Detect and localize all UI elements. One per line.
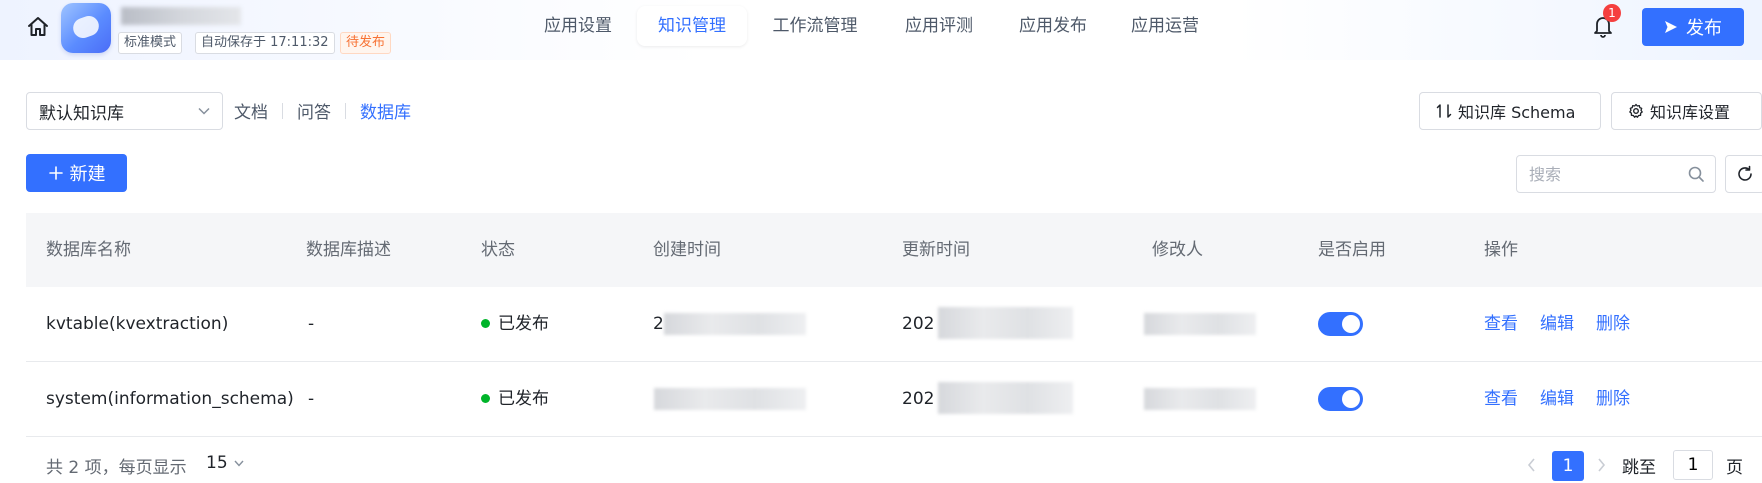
chevron-down-icon — [198, 107, 210, 115]
tab-app-publish[interactable]: 应用发布 — [1005, 6, 1101, 46]
status-badge: 已发布 — [481, 287, 549, 361]
page-1-button[interactable]: 1 — [1552, 451, 1584, 481]
gear-icon — [1629, 103, 1643, 118]
column-header: 是否启用 — [1318, 240, 1386, 260]
prev-page-icon[interactable] — [1524, 456, 1540, 474]
tab-workflow-management[interactable]: 工作流管理 — [764, 6, 866, 46]
modifier-redacted — [1144, 313, 1256, 335]
status-text: 已发布 — [498, 314, 549, 334]
tab-qa[interactable]: 问答 — [297, 98, 331, 123]
search-input[interactable] — [1527, 163, 1687, 185]
publish-label: 发布 — [1686, 18, 1722, 39]
enable-toggle[interactable] — [1318, 312, 1363, 336]
enable-toggle[interactable] — [1318, 387, 1363, 411]
chevron-down-icon — [234, 460, 244, 467]
refresh-icon — [1738, 165, 1752, 181]
created-time-redacted — [654, 388, 806, 410]
divider — [345, 102, 346, 119]
column-header: 状态 — [481, 240, 515, 260]
knowledge-type-tabs: 文档 问答 数据库 — [234, 98, 411, 123]
send-icon — [1665, 21, 1677, 33]
updated-time: 202 — [902, 389, 935, 409]
home-icon[interactable] — [26, 15, 50, 39]
refresh-button[interactable] — [1725, 155, 1762, 193]
tab-documents[interactable]: 文档 — [234, 98, 268, 123]
database-table: 数据库名称 数据库描述 状态 创建时间 更新时间 修改人 是否启用 操作 kvt… — [26, 213, 1762, 437]
created-time: 2 — [653, 314, 664, 334]
knowledge-settings-button[interactable]: 知识库设置 — [1611, 92, 1762, 130]
page-size-select[interactable]: 15 — [206, 453, 244, 473]
column-header: 数据库描述 — [306, 240, 391, 260]
view-link[interactable]: 查看 — [1484, 362, 1518, 436]
app-logo — [61, 3, 111, 53]
delete-link[interactable]: 删除 — [1596, 287, 1630, 361]
column-header: 创建时间 — [653, 240, 721, 260]
publish-button[interactable]: 发布 — [1642, 8, 1744, 46]
status-tag: 待发布 — [340, 32, 392, 54]
column-header: 操作 — [1484, 240, 1518, 260]
new-button[interactable]: 新建 — [26, 154, 127, 192]
knowledge-settings-label: 知识库设置 — [1650, 103, 1731, 122]
table-header: 数据库名称 数据库描述 状态 创建时间 更新时间 修改人 是否启用 操作 — [26, 213, 1762, 287]
tab-app-settings[interactable]: 应用设置 — [530, 6, 626, 46]
tab-database[interactable]: 数据库 — [360, 98, 411, 123]
tab-knowledge-management[interactable]: 知识管理 — [637, 6, 747, 46]
edit-link[interactable]: 编辑 — [1540, 287, 1574, 361]
knowledge-schema-label: 知识库 Schema — [1458, 103, 1576, 122]
status-text: 已发布 — [498, 389, 549, 409]
page-suffix-label: 页 — [1726, 458, 1743, 478]
database-name: system(information_schema) — [46, 389, 294, 409]
app-name-redacted — [121, 7, 241, 25]
database-name: kvtable(kvextraction) — [46, 314, 229, 334]
divider — [282, 102, 283, 119]
swap-icon — [1436, 104, 1452, 118]
column-header: 更新时间 — [902, 240, 970, 260]
search-box — [1516, 155, 1716, 193]
page-size-value: 15 — [206, 453, 228, 473]
next-page-icon[interactable] — [1593, 456, 1609, 474]
edit-link[interactable]: 编辑 — [1540, 362, 1574, 436]
updated-time: 202 — [902, 314, 935, 334]
tab-app-evaluation[interactable]: 应用评测 — [891, 6, 987, 46]
autosave-tag: 自动保存于 17:11:32 — [195, 32, 335, 54]
table-row: kvtable(kvextraction) - 已发布 2 202 查看 编辑 … — [26, 287, 1762, 362]
updated-time-redacted — [938, 382, 1073, 414]
column-header: 修改人 — [1152, 240, 1203, 260]
knowledge-base-select[interactable]: 默认知识库 — [26, 92, 223, 130]
total-count: 共 2 项，每页显示 — [46, 458, 187, 478]
top-bar: 标准模式 自动保存于 17:11:32 待发布 应用设置 知识管理 工作流管理 … — [0, 0, 1762, 60]
view-link[interactable]: 查看 — [1484, 287, 1518, 361]
delete-link[interactable]: 删除 — [1596, 362, 1630, 436]
published-dot — [481, 393, 490, 403]
knowledge-base-select-value: 默认知识库 — [39, 103, 124, 124]
database-description: - — [308, 389, 315, 409]
notification-badge: 1 — [1603, 4, 1621, 22]
mode-tag: 标准模式 — [118, 32, 183, 54]
published-dot — [481, 318, 490, 328]
search-icon[interactable] — [1687, 165, 1705, 183]
table-row: system(information_schema) - 已发布 202 查看 … — [26, 362, 1762, 437]
column-header: 数据库名称 — [46, 240, 131, 260]
updated-time-redacted — [938, 307, 1073, 339]
knowledge-schema-button[interactable]: 知识库 Schema — [1419, 92, 1601, 130]
status-badge: 已发布 — [481, 362, 549, 436]
created-time-redacted — [664, 313, 806, 335]
new-button-label: 新建 — [69, 164, 106, 185]
tab-app-operations[interactable]: 应用运营 — [1117, 6, 1213, 46]
modifier-redacted — [1144, 388, 1256, 410]
database-description: - — [308, 314, 315, 334]
plus-icon — [48, 166, 63, 180]
jump-page-input[interactable] — [1673, 450, 1713, 480]
jump-to-label: 跳至 — [1622, 458, 1656, 478]
